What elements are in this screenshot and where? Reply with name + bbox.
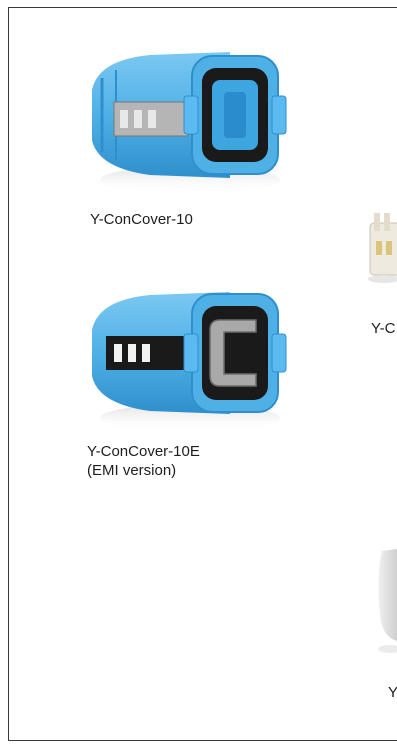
y-concover-10e-caption: Y-ConCover-10E (EMI version) <box>87 442 200 480</box>
cropped-product-photo-bottom <box>374 545 397 655</box>
caption-line: Y-C <box>371 320 396 337</box>
white-connector-illustration <box>368 213 397 283</box>
cropped-product-photo-top <box>366 205 397 285</box>
caption-line: (EMI version) <box>87 462 177 479</box>
y-concover-10-photo <box>80 30 290 200</box>
grey-cover-illustration <box>378 549 397 653</box>
y-concover-10-caption: Y-ConCover-10 <box>90 210 193 229</box>
connector-cover-illustration <box>92 52 287 194</box>
caption-line: Y-ConCover-10 <box>90 211 193 228</box>
emi-connector-cover-illustration <box>92 292 287 432</box>
y-concover-10e-photo <box>80 268 290 438</box>
cropped-caption-bottom: Y <box>388 683 397 702</box>
caption-line: Y-ConCover-10E <box>87 443 200 460</box>
caption-line: Y <box>388 684 397 701</box>
cropped-caption-top: Y-C <box>371 319 395 338</box>
